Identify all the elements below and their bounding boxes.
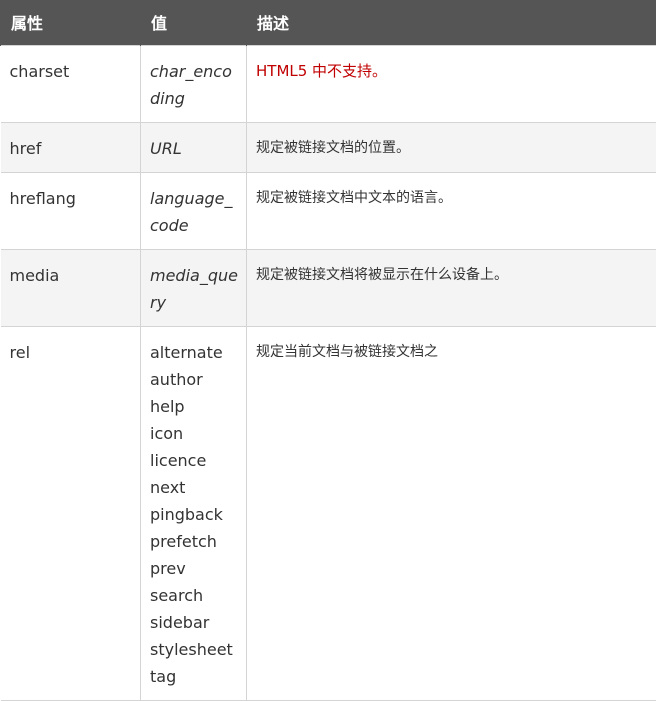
- description-cell: 规定被链接文档的位置。: [247, 122, 656, 172]
- description-cell: HTML5 中不支持。: [247, 45, 656, 122]
- value-item: author: [150, 366, 237, 393]
- value-cell: media_query: [141, 249, 247, 326]
- value-item: pingback: [150, 501, 237, 528]
- value-item: next: [150, 474, 237, 501]
- table-header: 属性 值 描述: [1, 0, 656, 45]
- table-row: href URL 规定被链接文档的位置。: [1, 122, 656, 172]
- header-attribute: 属性: [1, 0, 141, 45]
- attribute-table: 属性 值 描述 charset char_encoding HTML5 中不支持…: [0, 0, 656, 701]
- description-cell: 规定被链接文档将被显示在什么设备上。: [247, 249, 656, 326]
- value-item: icon: [150, 420, 237, 447]
- description-cell: 规定当前文档与被链接文档之: [247, 326, 656, 700]
- table-body: charset char_encoding HTML5 中不支持。 href U…: [1, 45, 656, 700]
- value-item: prev: [150, 555, 237, 582]
- value-cell: URL: [141, 122, 247, 172]
- table-row: media media_query 规定被链接文档将被显示在什么设备上。: [1, 249, 656, 326]
- value-item: search: [150, 582, 237, 609]
- header-row: 属性 值 描述: [1, 0, 656, 45]
- value-cell: char_encoding: [141, 45, 247, 122]
- attribute-cell: media: [1, 249, 141, 326]
- table-row: charset char_encoding HTML5 中不支持。: [1, 45, 656, 122]
- value-item: sidebar: [150, 609, 237, 636]
- value-cell: language_code: [141, 172, 247, 249]
- header-description: 描述: [247, 0, 656, 45]
- value-item: help: [150, 393, 237, 420]
- attribute-cell: rel: [1, 326, 141, 700]
- value-item: alternate: [150, 339, 237, 366]
- description-cell: 规定被链接文档中文本的语言。: [247, 172, 656, 249]
- value-item: tag: [150, 663, 237, 690]
- header-value: 值: [141, 0, 247, 45]
- value-item: stylesheet: [150, 636, 237, 663]
- table-row: rel alternate author help icon licence n…: [1, 326, 656, 700]
- table-row: hreflang language_code 规定被链接文档中文本的语言。: [1, 172, 656, 249]
- attribute-cell: charset: [1, 45, 141, 122]
- attribute-cell: href: [1, 122, 141, 172]
- value-item: prefetch: [150, 528, 237, 555]
- attribute-cell: hreflang: [1, 172, 141, 249]
- value-list-cell: alternate author help icon licence next …: [141, 326, 247, 700]
- value-item: licence: [150, 447, 237, 474]
